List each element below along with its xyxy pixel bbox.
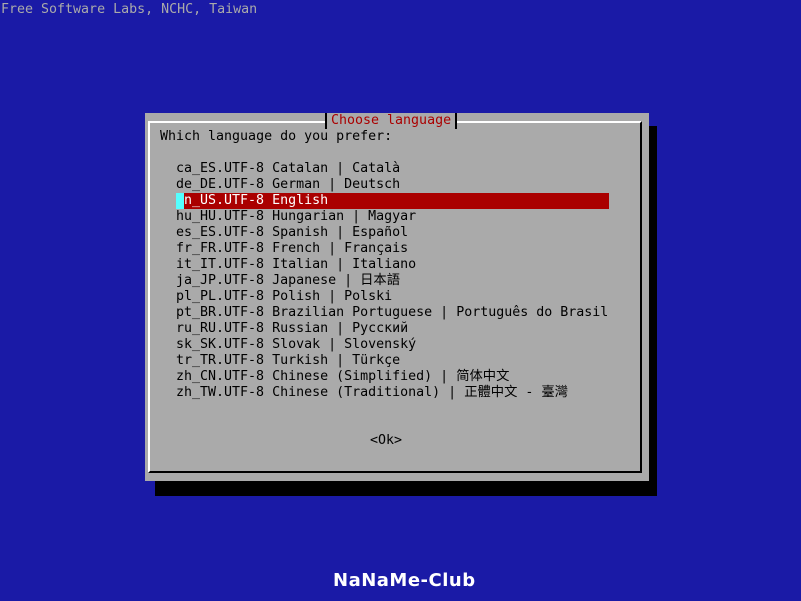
language-option-fr[interactable]: fr_FR.UTF-8 French | Français bbox=[176, 241, 609, 257]
backtitle: Free Software Labs, NCHC, Taiwan bbox=[1, 2, 258, 17]
language-option-pl[interactable]: pl_PL.UTF-8 Polish | Polski bbox=[176, 289, 609, 305]
language-option-en[interactable]: en_US.UTF-8 English bbox=[176, 193, 609, 209]
language-option-it[interactable]: it_IT.UTF-8 Italian | Italiano bbox=[176, 257, 609, 273]
language-option-ca[interactable]: ca_ES.UTF-8 Catalan | Català bbox=[176, 161, 609, 177]
language-list[interactable]: ca_ES.UTF-8 Catalan | Català de_DE.UTF-8… bbox=[176, 161, 609, 401]
language-option-pt[interactable]: pt_BR.UTF-8 Brazilian Portuguese | Portu… bbox=[176, 305, 609, 321]
language-option-label: en_US.UTF-8 English bbox=[176, 193, 329, 208]
text-cursor bbox=[176, 193, 184, 209]
language-option-tr[interactable]: tr_TR.UTF-8 Turkish | Türkçe bbox=[176, 353, 609, 369]
language-option-sk[interactable]: sk_SK.UTF-8 Slovak | Slovenský bbox=[176, 337, 609, 353]
language-option-es[interactable]: es_ES.UTF-8 Spanish | Español bbox=[176, 225, 609, 241]
footer-logo: NaNaMe-Club bbox=[333, 570, 476, 591]
language-option-de[interactable]: de_DE.UTF-8 German | Deutsch bbox=[176, 177, 609, 193]
language-option-ru[interactable]: ru_RU.UTF-8 Russian | Русский bbox=[176, 321, 609, 337]
dialog-title: Choose language bbox=[325, 113, 458, 129]
language-dialog: Choose language Which language do you pr… bbox=[145, 113, 649, 481]
language-option-ja[interactable]: ja_JP.UTF-8 Japanese | 日本語 bbox=[176, 273, 609, 289]
language-option-zh-tw[interactable]: zh_TW.UTF-8 Chinese (Traditional) | 正體中文… bbox=[176, 385, 609, 401]
dialog-prompt: Which language do you prefer: bbox=[160, 129, 393, 144]
language-option-zh-cn[interactable]: zh_CN.UTF-8 Chinese (Simplified) | 简体中文 bbox=[176, 369, 609, 385]
ok-button[interactable]: <Ok> bbox=[370, 433, 402, 449]
language-option-hu[interactable]: hu_HU.UTF-8 Hungarian | Magyar bbox=[176, 209, 609, 225]
